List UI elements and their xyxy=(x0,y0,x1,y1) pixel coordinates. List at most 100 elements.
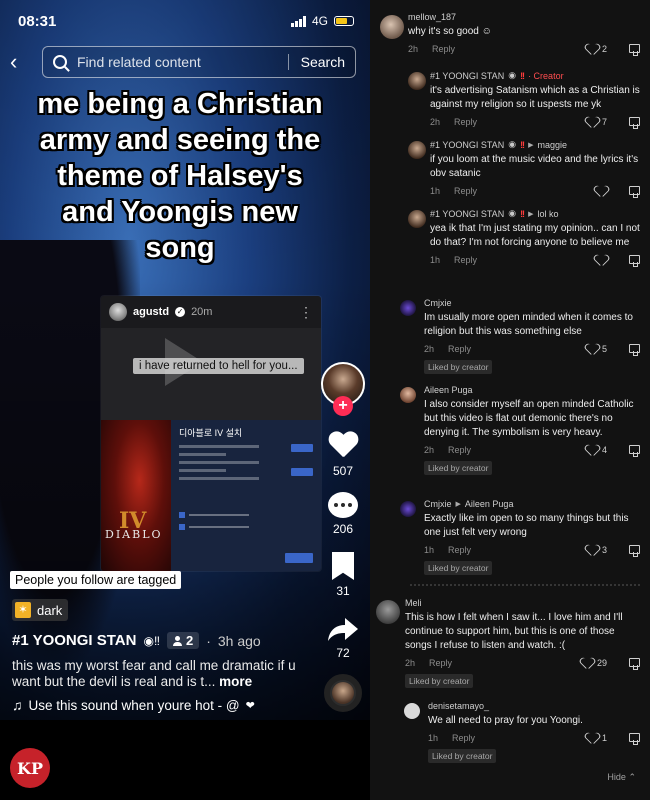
reply-button[interactable]: Reply xyxy=(448,445,471,455)
save-button[interactable]: 31 xyxy=(318,552,368,598)
reply-button[interactable]: Reply xyxy=(452,733,475,743)
reply-button[interactable]: Reply xyxy=(454,117,477,127)
like-button[interactable] xyxy=(595,186,607,197)
like-button[interactable]: 7 xyxy=(586,117,607,128)
verified-check-icon: ✓ xyxy=(175,307,186,317)
hide-label: Hide xyxy=(607,772,626,782)
comment-author[interactable]: #1 YOONGI STAN ◉!! ▶ maggie xyxy=(430,139,642,150)
like-button[interactable]: 5 xyxy=(586,344,607,355)
like-button[interactable] xyxy=(595,255,607,266)
heart-icon[interactable] xyxy=(586,733,598,744)
dislike-icon[interactable] xyxy=(629,116,642,129)
comment-body: #1 YOONGI STAN ◉!! ▶ lol ko yea ik that … xyxy=(430,208,642,267)
dislike-icon[interactable] xyxy=(629,544,642,557)
heart-icon[interactable] xyxy=(586,44,598,55)
comment-meta: 1h Reply xyxy=(430,254,642,267)
comment-author[interactable]: Cmjxie ▶ Aileen Puga xyxy=(424,499,642,509)
embedded-username: agustd xyxy=(133,306,170,318)
reply-button[interactable]: Reply xyxy=(454,255,477,265)
reply-target[interactable]: Aileen Puga xyxy=(465,499,514,509)
friends-count: 2 xyxy=(185,633,194,648)
back-arrow-icon[interactable]: ‹ xyxy=(10,49,36,75)
more-link[interactable]: more xyxy=(219,674,252,689)
heart-icon[interactable] xyxy=(595,186,607,197)
friends-badge[interactable]: 2 xyxy=(166,632,200,649)
hide-replies-button[interactable]: Hide ⌃ xyxy=(607,772,636,783)
sound-row[interactable]: ♫ Use this sound when youre hot - @ ❤ xyxy=(12,697,255,713)
heart-icon[interactable] xyxy=(595,255,607,266)
effect-chip[interactable]: ✶ dark xyxy=(12,599,69,621)
reply-button[interactable]: Reply xyxy=(429,658,452,668)
post-description[interactable]: this was my worst fear and call me drama… xyxy=(12,658,312,690)
install-row xyxy=(179,445,260,448)
like-button[interactable]: 1 xyxy=(586,733,607,744)
like-button[interactable]: 507 xyxy=(318,432,368,478)
reply-button[interactable]: Reply xyxy=(432,44,455,54)
reply-button[interactable]: Reply xyxy=(448,545,471,555)
avatar[interactable] xyxy=(404,703,420,719)
dislike-icon[interactable] xyxy=(629,657,642,670)
author-row: #1 YOONGI STAN ◉‼ 2 · 3h ago xyxy=(12,632,261,649)
reply-arrow-icon: ▶ xyxy=(528,210,534,218)
sound-disc-button[interactable] xyxy=(318,674,368,712)
like-count: 507 xyxy=(332,464,354,478)
search-input[interactable]: Find related content Search xyxy=(42,46,356,78)
avatar[interactable] xyxy=(408,141,426,159)
like-button[interactable]: 2 xyxy=(586,44,607,55)
avatar[interactable] xyxy=(408,72,426,90)
heart-icon[interactable] xyxy=(328,432,358,460)
comment-text: This is how I felt when I saw it... I lo… xyxy=(405,612,623,651)
sound-emoji-icon: ❤ xyxy=(245,699,255,712)
reply-arrow-icon: ▶ xyxy=(455,501,461,508)
avatar[interactable] xyxy=(376,600,400,624)
dislike-icon[interactable] xyxy=(629,343,642,356)
share-button[interactable]: 72 xyxy=(318,616,368,660)
author-name[interactable]: #1 YOONGI STAN xyxy=(12,632,136,649)
comment-author[interactable]: Meli xyxy=(405,598,642,608)
sound-disc-icon[interactable] xyxy=(324,674,362,712)
like-button[interactable]: 4 xyxy=(586,445,607,456)
reply-target[interactable]: lol ko xyxy=(537,209,558,219)
search-button[interactable]: Search xyxy=(287,54,345,70)
reply-target[interactable]: maggie xyxy=(537,140,567,150)
share-arrow-icon[interactable] xyxy=(327,616,359,642)
avatar[interactable] xyxy=(408,210,426,228)
comment-author[interactable]: #1 YOONGI STAN ◉!! ▶ lol ko xyxy=(430,208,642,219)
like-button[interactable]: 3 xyxy=(586,545,607,556)
liked-by-creator-badge: Liked by creator xyxy=(405,674,474,688)
dislike-icon[interactable] xyxy=(629,254,642,267)
comment-author[interactable]: denisetamayo_ xyxy=(428,701,642,711)
search-placeholder: Find related content xyxy=(77,54,201,70)
install-panel-title: 디아블로 IV 설치 xyxy=(179,428,243,438)
heart-icon[interactable] xyxy=(586,344,598,355)
creator-avatar-button[interactable]: + xyxy=(318,362,368,416)
heart-icon[interactable] xyxy=(586,117,598,128)
comment-icon[interactable] xyxy=(328,492,358,518)
avatar[interactable] xyxy=(400,387,416,403)
heart-icon[interactable] xyxy=(586,445,598,456)
dislike-icon[interactable] xyxy=(629,185,642,198)
comment-author[interactable]: Cmjxie xyxy=(424,298,642,308)
tagged-notice[interactable]: People you follow are tagged xyxy=(10,571,182,589)
comment-author[interactable]: mellow_187 xyxy=(408,12,642,22)
reply-button[interactable]: Reply xyxy=(454,186,477,196)
comment-author[interactable]: Aileen Puga xyxy=(424,385,642,395)
author-emoji: ◉‼ xyxy=(143,633,160,648)
thread-divider xyxy=(410,582,640,586)
dislike-icon[interactable] xyxy=(629,732,642,745)
avatar[interactable] xyxy=(400,300,416,316)
reply-button[interactable]: Reply xyxy=(448,344,471,354)
dislike-icon[interactable] xyxy=(629,43,642,56)
heart-icon[interactable] xyxy=(581,658,593,669)
comment-author[interactable]: #1 YOONGI STAN ◉!! · Creator xyxy=(430,70,642,81)
like-button[interactable]: 29 xyxy=(581,658,607,669)
comment-body: #1 YOONGI STAN ◉!! · Creator it's advert… xyxy=(430,70,642,129)
avatar[interactable] xyxy=(400,501,416,517)
heart-icon[interactable] xyxy=(586,545,598,556)
avatar[interactable] xyxy=(380,15,404,39)
bookmark-icon[interactable] xyxy=(332,552,354,580)
comment-meta: 1h Reply xyxy=(430,185,642,198)
comment-button[interactable]: 206 xyxy=(318,492,368,536)
follow-plus-icon[interactable]: + xyxy=(333,396,353,416)
dislike-icon[interactable] xyxy=(629,444,642,457)
